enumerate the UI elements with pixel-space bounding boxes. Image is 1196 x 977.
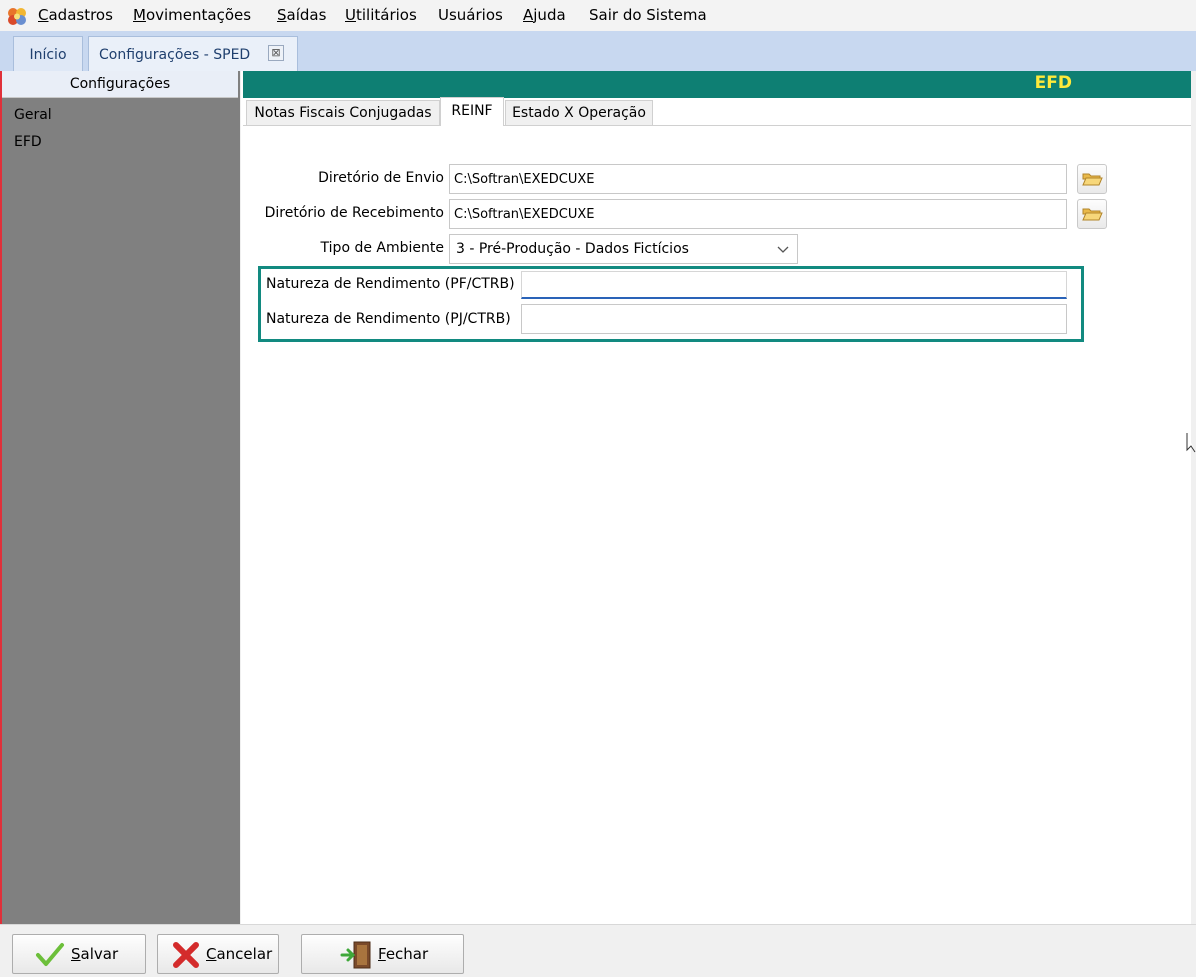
tipo-ambiente-label: Tipo de Ambiente bbox=[320, 240, 444, 256]
menu-movimentacoes[interactable]: Movimentações bbox=[133, 6, 251, 24]
diretorio-recebimento-label: Diretório de Recebimento bbox=[264, 205, 444, 221]
browse-envio-button[interactable] bbox=[1077, 164, 1107, 194]
config-sidebar bbox=[2, 71, 240, 924]
browse-recebimento-button[interactable] bbox=[1077, 199, 1107, 229]
diretorio-envio-label: Diretório de Envio bbox=[318, 170, 444, 186]
diretorio-envio-input[interactable] bbox=[449, 164, 1067, 194]
exit-door-icon bbox=[340, 941, 371, 969]
tab-notas-fiscais-conjugadas[interactable]: Notas Fiscais Conjugadas bbox=[246, 100, 440, 126]
app-logo-icon bbox=[8, 8, 26, 25]
tipo-ambiente-select[interactable]: 3 - Pré-Produção - Dados Fictícios bbox=[449, 234, 798, 264]
panel-title: EFD bbox=[1034, 73, 1072, 93]
salvar-button[interactable]: Salvar bbox=[12, 934, 146, 974]
folder-open-icon bbox=[1082, 208, 1103, 221]
cancel-x-icon bbox=[173, 942, 199, 968]
natureza-pf-input[interactable] bbox=[521, 271, 1067, 299]
sidebar-item-efd[interactable]: EFD bbox=[14, 134, 42, 150]
cancelar-button[interactable]: Cancelar bbox=[157, 934, 279, 974]
fechar-button[interactable]: Fechar bbox=[301, 934, 464, 974]
menu-sair-do-sistema[interactable]: Sair do Sistema bbox=[589, 6, 707, 24]
sidebar-header: Configurações bbox=[2, 71, 238, 98]
natureza-pj-label: Natureza de Rendimento (PJ/CTRB) bbox=[266, 311, 511, 327]
tab-reinf[interactable]: REINF bbox=[440, 97, 504, 126]
tab-configuracoes-sped-label: Configurações - SPED bbox=[99, 47, 251, 63]
menu-utilitarios[interactable]: Utilitários bbox=[345, 6, 417, 24]
mouse-cursor-icon bbox=[1186, 433, 1196, 453]
check-icon bbox=[36, 943, 64, 966]
tab-inicio-label: Início bbox=[29, 47, 67, 63]
tab-configuracoes-sped[interactable]: Configurações - SPED bbox=[88, 36, 298, 71]
menu-saidas[interactable]: Saídas bbox=[277, 6, 326, 24]
chevron-down-icon bbox=[777, 246, 789, 253]
menu-cadastros[interactable]: Cadastros bbox=[38, 6, 113, 24]
tipo-ambiente-value: 3 - Pré-Produção - Dados Fictícios bbox=[456, 241, 689, 257]
tab-estado-x-operacao[interactable]: Estado X Operação bbox=[505, 100, 653, 126]
natureza-pf-label: Natureza de Rendimento (PF/CTRB) bbox=[266, 276, 515, 292]
menu-usuarios[interactable]: Usuários bbox=[438, 6, 503, 24]
close-tab-icon[interactable]: ⊠ bbox=[268, 45, 284, 61]
folder-open-icon bbox=[1082, 173, 1103, 186]
menu-ajuda[interactable]: Ajuda bbox=[523, 6, 566, 24]
sidebar-item-geral[interactable]: Geral bbox=[14, 107, 52, 123]
natureza-pj-input[interactable] bbox=[521, 304, 1067, 334]
tab-inicio[interactable]: Início bbox=[13, 36, 83, 71]
diretorio-recebimento-input[interactable] bbox=[449, 199, 1067, 229]
